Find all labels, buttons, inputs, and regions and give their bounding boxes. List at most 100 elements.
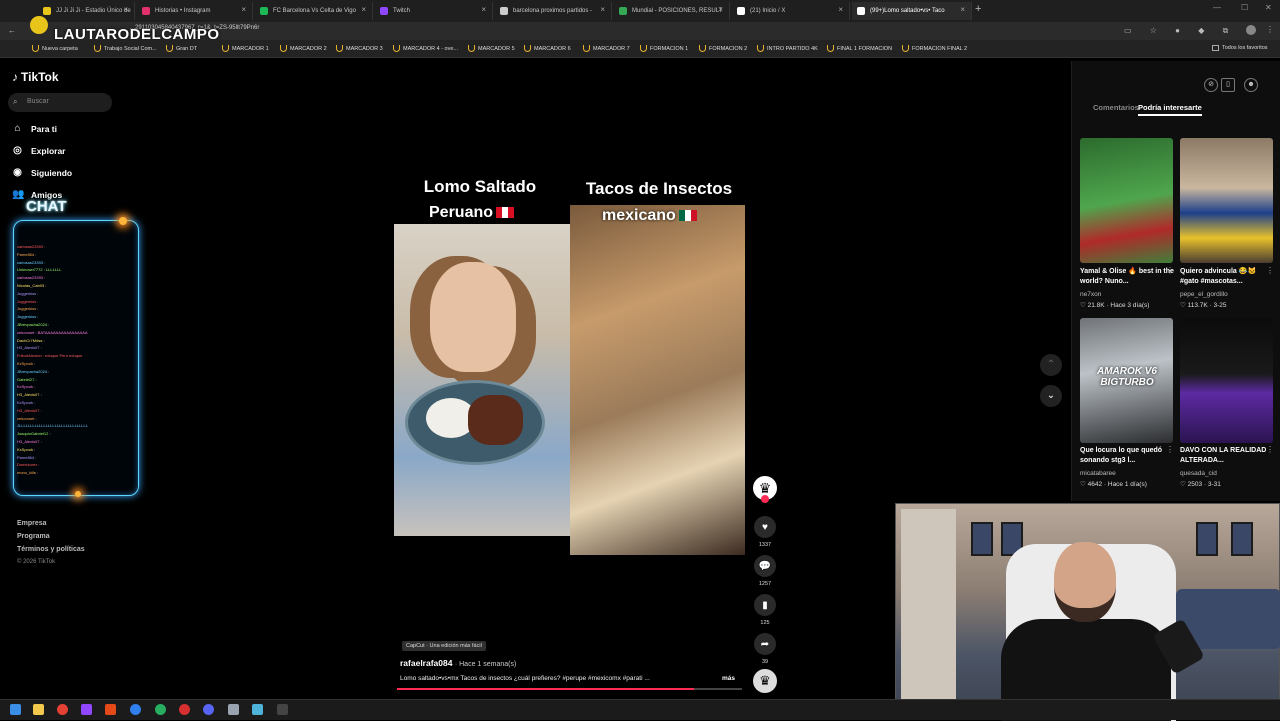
video-card[interactable]: AMAROK V6 BIGTURBO — [1080, 318, 1173, 443]
back-icon[interactable]: ← — [8, 26, 16, 35]
close-tab-icon[interactable]: × — [361, 5, 366, 14]
windows-start-icon[interactable] — [10, 704, 21, 715]
browser-tab[interactable]: (21) Inicio / X × — [732, 2, 850, 20]
browser-tab[interactable]: (99+)Lomo saltado•vs• Taco × — [852, 2, 972, 20]
close-tab-icon[interactable]: × — [241, 5, 246, 14]
bookmark-item[interactable]: MARCADOR 5 — [468, 45, 515, 52]
app-icon[interactable] — [179, 704, 190, 715]
close-tab-icon[interactable]: × — [123, 5, 128, 14]
all-bookmarks[interactable]: Todos los favoritos — [1212, 45, 1268, 51]
card-title[interactable]: Yamal & Olise 🔥 best in the world? Nuno.… — [1080, 267, 1175, 287]
bookmark-item[interactable]: MARCADOR 3 — [336, 45, 383, 52]
close-tab-icon[interactable]: × — [600, 5, 605, 14]
chat-message: Gabriel27 : — [17, 376, 37, 382]
bookmark-item[interactable]: FORMACION FINAL 2 — [902, 45, 967, 52]
close-tab-icon[interactable]: × — [481, 5, 486, 14]
footer-programa[interactable]: Programa — [17, 533, 85, 540]
browser-tab[interactable]: Historias • Instagram × — [137, 2, 253, 20]
video-card[interactable] — [1180, 138, 1273, 263]
close-window-button[interactable]: ✕ — [1265, 3, 1272, 12]
edge-icon[interactable] — [130, 704, 141, 715]
footer-empresa[interactable]: Empresa — [17, 520, 85, 527]
video-progress-bar[interactable] — [397, 688, 742, 690]
phone-icon[interactable]: ▯ — [1221, 78, 1235, 92]
bookmark-item[interactable]: MARCADOR 6 — [524, 45, 571, 52]
card-title[interactable]: DAVO CON LA REALIDAD ALTERADA... — [1180, 446, 1275, 466]
card-more-icon[interactable]: ⋮ — [1166, 266, 1174, 275]
close-tab-icon[interactable]: × — [960, 5, 965, 14]
like-button[interactable]: ♥ 1337 — [752, 516, 778, 548]
follow-plus-icon[interactable] — [761, 495, 769, 503]
card-author[interactable]: ne7xon — [1080, 291, 1101, 298]
nav-para-ti[interactable]: ⌂ Para ti — [12, 123, 57, 134]
close-tab-icon[interactable]: × — [838, 5, 843, 14]
browser-tab[interactable]: Twitch × — [375, 2, 493, 20]
video-author[interactable]: rafaelrafa084 · Hace 1 semana(s) — [400, 658, 516, 668]
no-sound-icon[interactable]: ⊘ — [1204, 78, 1218, 92]
capcut-badge[interactable]: CapCut · Una edición más fácil — [402, 641, 486, 651]
chat-message: carlosas23393 : — [17, 275, 46, 281]
creator-avatar[interactable]: ♛ — [753, 476, 777, 503]
browser-tab[interactable]: barcelona proximos partidos - × — [495, 2, 612, 20]
card-author[interactable]: pepe_el_gordillo — [1180, 291, 1228, 298]
nav-siguiendo[interactable]: ◉ Siguiendo — [12, 167, 72, 178]
bookmark-item[interactable]: MARCADOR 7 — [583, 45, 630, 52]
video-card[interactable] — [1080, 138, 1173, 263]
footer-terminos[interactable]: Términos y políticas — [17, 546, 85, 553]
profile-avatar[interactable] — [1246, 25, 1256, 35]
tiktok-logo[interactable]: ♪ TikTok — [12, 70, 59, 84]
more-button[interactable]: más — [722, 675, 735, 682]
minimize-button[interactable]: — — [1213, 3, 1221, 12]
bookmark-item[interactable]: Trabajo Social Com... — [94, 45, 157, 52]
browser-tab[interactable]: JJ Ji Ji Ji - Estadio Único de × — [38, 2, 135, 20]
nav-explorar[interactable]: ◎ Explorar — [12, 145, 65, 156]
bookmark-icon — [280, 45, 287, 52]
comment-button[interactable]: 💬 1257 — [752, 555, 778, 587]
bookmark-item[interactable]: INTRO PARTIDO 4K — [757, 45, 818, 52]
twitch-icon[interactable] — [81, 704, 92, 715]
bookmark-item[interactable]: FINAL 1 FORMACION — [827, 45, 892, 52]
extension-icons[interactable]: ▭ ☆ ● ◆ ⧉ ▢ — [1124, 26, 1262, 36]
video-card[interactable] — [1180, 318, 1273, 443]
obs-icon[interactable] — [277, 704, 288, 715]
card-more-icon[interactable]: ⋮ — [1266, 445, 1274, 454]
previous-video-button[interactable]: ⌃ — [1040, 354, 1062, 376]
bookmark-item[interactable]: FORMACION 2 — [699, 45, 747, 52]
file-explorer-icon[interactable] — [33, 704, 44, 715]
app-icon[interactable] — [105, 704, 116, 715]
new-tab-button[interactable]: + — [975, 3, 981, 15]
chat-message: Juggerkiss : — [17, 306, 39, 312]
card-more-icon[interactable]: ⋮ — [1166, 445, 1174, 454]
browser-tab[interactable]: Mundial - POSICIONES, RESULT × — [614, 2, 730, 20]
user-avatar[interactable]: ☻ — [1244, 78, 1258, 92]
tab-podria-interesarte[interactable]: Podría interesarte — [1138, 103, 1202, 112]
save-button[interactable]: ▮ 125 — [752, 594, 778, 626]
app-icon[interactable] — [228, 704, 239, 715]
bookmark-item[interactable]: MARCADOR 2 — [280, 45, 327, 52]
music-disc-icon[interactable]: ♛ — [753, 669, 777, 693]
card-author[interactable]: micatabaree — [1080, 470, 1116, 477]
card-title[interactable]: Quiero advincula 😂🐱 #gato #mascotas... — [1180, 267, 1275, 287]
card-title[interactable]: Que locura lo que quedó sonando stg3 l..… — [1080, 446, 1175, 466]
bookmark-item[interactable]: MARCADOR 1 — [222, 45, 269, 52]
menu-icon[interactable]: ⋮ — [1266, 25, 1274, 34]
bookmark-item[interactable]: Gran DT — [166, 45, 197, 52]
discord-icon[interactable] — [203, 704, 214, 715]
search-input[interactable]: ⌕ Buscar — [8, 93, 112, 112]
tab-comentarios[interactable]: Comentarios — [1093, 103, 1139, 112]
chrome-icon[interactable] — [57, 704, 68, 715]
bookmark-item[interactable]: Nueva carpeta — [32, 45, 78, 52]
close-tab-icon[interactable]: × — [718, 5, 723, 14]
browser-tab[interactable]: FC Barcelona Vs Celta de Vigo × — [255, 2, 373, 20]
app-icon[interactable] — [155, 704, 166, 715]
video-frame-right[interactable] — [570, 205, 745, 555]
share-button[interactable]: ➦ 39 — [752, 633, 778, 665]
bookmark-item[interactable]: MARCADOR 4 - ove... — [393, 45, 458, 52]
chat-message: cekoroset : BATAAAAAAAAAAAAAAAA — [17, 329, 88, 335]
card-author[interactable]: quesada_cid — [1180, 470, 1217, 477]
card-more-icon[interactable]: ⋮ — [1266, 266, 1274, 275]
app-icon[interactable] — [252, 704, 263, 715]
next-video-button[interactable]: ⌄ — [1040, 385, 1062, 407]
bookmark-item[interactable]: FORMACION 1 — [640, 45, 688, 52]
maximize-button[interactable]: ☐ — [1241, 3, 1248, 12]
